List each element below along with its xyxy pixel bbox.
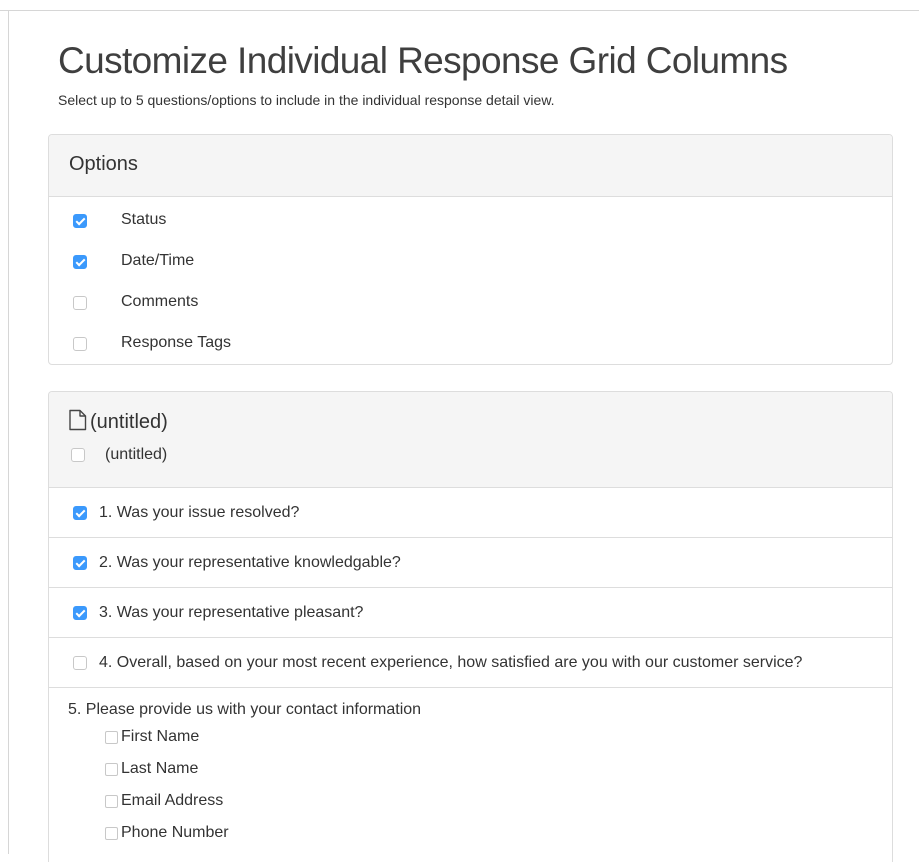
- question-2-checkbox[interactable]: [73, 555, 87, 570]
- question-4-label: 4. Overall, based on your most recent ex…: [99, 653, 803, 671]
- window-top-border: [0, 10, 919, 11]
- question-5-label: 5. Please provide us with your contact i…: [68, 701, 422, 718]
- question-1-checkbox[interactable]: [73, 505, 87, 520]
- response-tags-checkbox[interactable]: [73, 337, 87, 351]
- option-comments[interactable]: [73, 293, 87, 313]
- question-row[interactable]: 4. Overall, based on your most recent ex…: [49, 638, 892, 688]
- page-title-row: (untitled): [68, 409, 168, 436]
- first-name-label: First Name: [121, 728, 200, 745]
- page-title: Customize Individual Response Grid Colum…: [58, 40, 788, 81]
- question-3-label: 3. Was your representative pleasant?: [99, 603, 364, 621]
- page-select-checkbox[interactable]: [71, 448, 85, 462]
- date-time-checkbox[interactable]: [73, 255, 87, 269]
- options-panel: Options Status Date/Time Comments Respon…: [48, 134, 893, 365]
- option-comments-label: Comments: [121, 293, 199, 310]
- first-name-checkbox[interactable]: [105, 730, 118, 744]
- question-1-label: 1. Was your issue resolved?: [99, 503, 300, 521]
- options-panel-header: Options: [49, 135, 892, 197]
- comments-checkbox[interactable]: [73, 296, 87, 310]
- page-subtitle: Select up to 5 questions/options to incl…: [58, 92, 555, 108]
- last-name-label: Last Name: [121, 760, 199, 777]
- options-panel-title: Options: [69, 153, 138, 175]
- phone-checkbox[interactable]: [105, 826, 118, 840]
- document-icon: [68, 409, 88, 436]
- question-2-label: 2. Was your representative knowledgable?: [99, 553, 401, 571]
- option-status-label: Status: [121, 211, 167, 228]
- option-date-time[interactable]: [73, 252, 87, 272]
- last-name-checkbox[interactable]: [105, 762, 118, 776]
- email-checkbox[interactable]: [105, 794, 118, 808]
- question-3-checkbox[interactable]: [73, 605, 87, 620]
- question-row[interactable]: 3. Was your representative pleasant?: [49, 588, 892, 638]
- page-panel: (untitled) (untitled) 1. Was your issue …: [48, 391, 893, 862]
- option-response-tags[interactable]: [73, 334, 87, 354]
- page-select-all[interactable]: (untitled): [71, 446, 167, 464]
- question-row[interactable]: 1. Was your issue resolved?: [49, 488, 892, 538]
- contact-field-email[interactable]: Email Address: [105, 792, 223, 810]
- page-heading: (untitled): [90, 411, 168, 433]
- email-label: Email Address: [121, 792, 224, 809]
- page-select-label: (untitled): [105, 446, 168, 463]
- phone-label: Phone Number: [121, 824, 229, 841]
- contact-field-phone[interactable]: Phone Number: [105, 824, 229, 842]
- contact-field-first-name[interactable]: First Name: [105, 728, 199, 746]
- option-status[interactable]: [73, 211, 87, 231]
- page-panel-header: (untitled) (untitled): [49, 392, 892, 488]
- window-left-border: [8, 10, 9, 854]
- option-date-time-label: Date/Time: [121, 252, 195, 269]
- contact-field-last-name[interactable]: Last Name: [105, 760, 198, 778]
- question-4-checkbox[interactable]: [73, 655, 87, 670]
- question-row[interactable]: 2. Was your representative knowledgable?: [49, 538, 892, 588]
- status-checkbox[interactable]: [73, 214, 87, 228]
- option-response-tags-label: Response Tags: [121, 334, 231, 351]
